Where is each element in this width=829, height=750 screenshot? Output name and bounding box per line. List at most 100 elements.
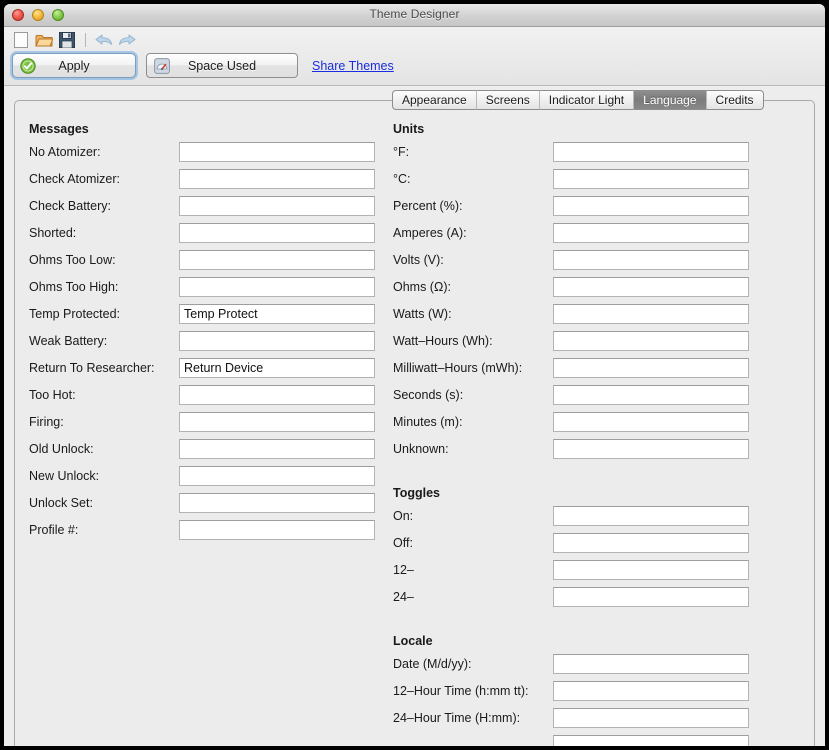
field-row-toggle-12-hour: 12–: [393, 559, 803, 581]
input-old-unlock[interactable]: [179, 439, 375, 459]
input-no-atomizer[interactable]: [179, 142, 375, 162]
input-watt-hours[interactable]: [553, 331, 749, 351]
input-locale-24-hour-time[interactable]: [553, 708, 749, 728]
field-row-old-unlock: Old Unlock:: [29, 438, 389, 460]
field-row-percent: Percent (%):: [393, 195, 803, 217]
label-profile-number: Profile #:: [29, 523, 78, 537]
input-seconds[interactable]: [553, 385, 749, 405]
input-toggle-on[interactable]: [553, 506, 749, 526]
input-profile-number[interactable]: [179, 520, 375, 540]
content-panel: Messages No Atomizer: Check Atomizer: Check…: [14, 100, 815, 746]
tab-language[interactable]: Language: [634, 90, 706, 110]
tab-credits[interactable]: Credits: [707, 90, 764, 110]
toggles-heading: Toggles: [393, 486, 440, 500]
input-locale-extra[interactable]: [553, 735, 749, 746]
field-row-ohms-too-low: Ohms Too Low:: [29, 249, 389, 271]
share-themes-link[interactable]: Share Themes: [312, 59, 394, 73]
input-new-unlock[interactable]: [179, 466, 375, 486]
label-seconds: Seconds (s):: [393, 388, 463, 402]
undo-arrow-icon[interactable]: [95, 31, 113, 49]
input-too-hot[interactable]: [179, 385, 375, 405]
input-toggle-24-hour[interactable]: [553, 587, 749, 607]
label-check-atomizer: Check Atomizer:: [29, 172, 120, 186]
input-minutes[interactable]: [553, 412, 749, 432]
input-unlock-set[interactable]: [179, 493, 375, 513]
field-row-toggle-on: On:: [393, 505, 803, 527]
input-check-atomizer[interactable]: [179, 169, 375, 189]
field-row-no-atomizer: No Atomizer:: [29, 141, 389, 163]
field-row-unlock-set: Unlock Set:: [29, 492, 389, 514]
field-row-temp-protected: Temp Protected:: [29, 303, 389, 325]
window-title: Theme Designer: [4, 7, 825, 21]
label-shorted: Shorted:: [29, 226, 76, 240]
field-row-watt-hours: Watt–Hours (Wh):: [393, 330, 803, 352]
label-new-unlock: New Unlock:: [29, 469, 99, 483]
input-locale-date[interactable]: [553, 654, 749, 674]
input-unknown[interactable]: [553, 439, 749, 459]
label-old-unlock: Old Unlock:: [29, 442, 94, 456]
input-amperes[interactable]: [553, 223, 749, 243]
label-milliwatt-hours: Milliwatt–Hours (mWh):: [393, 361, 522, 375]
label-minutes: Minutes (m):: [393, 415, 462, 429]
label-check-battery: Check Battery:: [29, 199, 111, 213]
input-check-battery[interactable]: [179, 196, 375, 216]
label-ohms-too-high: Ohms Too High:: [29, 280, 118, 294]
input-firing[interactable]: [179, 412, 375, 432]
label-volts: Volts (V):: [393, 253, 444, 267]
field-row-check-battery: Check Battery:: [29, 195, 389, 217]
field-row-new-unlock: New Unlock:: [29, 465, 389, 487]
label-toggle-24-hour: 24–: [393, 590, 414, 604]
apply-button[interactable]: Apply: [12, 53, 136, 78]
input-locale-12-hour-time[interactable]: [553, 681, 749, 701]
new-document-icon[interactable]: [12, 31, 30, 49]
input-ohms[interactable]: [553, 277, 749, 297]
label-weak-battery: Weak Battery:: [29, 334, 107, 348]
label-amperes: Amperes (A):: [393, 226, 467, 240]
field-row-toggle-24-hour: 24–: [393, 586, 803, 608]
label-no-atomizer: No Atomizer:: [29, 145, 101, 159]
tab-indicator-light[interactable]: Indicator Light: [540, 90, 634, 110]
field-row-ohms: Ohms (Ω):: [393, 276, 803, 298]
field-row-too-hot: Too Hot:: [29, 384, 389, 406]
label-degrees-celsius: °C:: [393, 172, 411, 186]
tab-appearance[interactable]: Appearance: [392, 90, 477, 110]
redo-arrow-icon[interactable]: [118, 31, 136, 49]
toolbar-separator: [85, 33, 86, 47]
label-watt-hours: Watt–Hours (Wh):: [393, 334, 493, 348]
input-degrees-celsius[interactable]: [553, 169, 749, 189]
input-temp-protected[interactable]: [179, 304, 375, 324]
space-used-button[interactable]: Space Used: [146, 53, 298, 78]
open-folder-icon[interactable]: [35, 31, 53, 49]
tab-screens[interactable]: Screens: [477, 90, 540, 110]
field-row-locale-date: Date (M/d/yy):: [393, 653, 803, 675]
input-toggle-off[interactable]: [553, 533, 749, 553]
field-row-watts: Watts (W):: [393, 303, 803, 325]
input-ohms-too-high[interactable]: [179, 277, 375, 297]
field-row-seconds: Seconds (s):: [393, 384, 803, 406]
input-volts[interactable]: [553, 250, 749, 270]
label-ohms-too-low: Ohms Too Low:: [29, 253, 116, 267]
save-disk-icon[interactable]: [58, 31, 76, 49]
input-shorted[interactable]: [179, 223, 375, 243]
input-weak-battery[interactable]: [179, 331, 375, 351]
field-row-toggle-off: Off:: [393, 532, 803, 554]
field-row-milliwatt-hours: Milliwatt–Hours (mWh):: [393, 357, 803, 379]
messages-heading: Messages: [29, 122, 89, 136]
label-degrees-fahrenheit: °F:: [393, 145, 409, 159]
field-row-locale-24-hour-time: 24–Hour Time (H:mm):: [393, 707, 803, 729]
label-locale-12-hour-time: 12–Hour Time (h:mm tt):: [393, 684, 528, 698]
gauge-meter-icon: [154, 58, 170, 74]
input-watts[interactable]: [553, 304, 749, 324]
label-unknown: Unknown:: [393, 442, 449, 456]
label-locale-date: Date (M/d/yy):: [393, 657, 472, 671]
input-ohms-too-low[interactable]: [179, 250, 375, 270]
input-toggle-12-hour[interactable]: [553, 560, 749, 580]
input-return-to-researcher[interactable]: [179, 358, 375, 378]
input-percent[interactable]: [553, 196, 749, 216]
input-milliwatt-hours[interactable]: [553, 358, 749, 378]
toolbar: Apply Space Used Share Themes: [4, 27, 825, 86]
field-row-locale-extra: [393, 734, 803, 746]
units-heading: Units: [393, 122, 424, 136]
field-row-degrees-fahrenheit: °F:: [393, 141, 803, 163]
input-degrees-fahrenheit[interactable]: [553, 142, 749, 162]
